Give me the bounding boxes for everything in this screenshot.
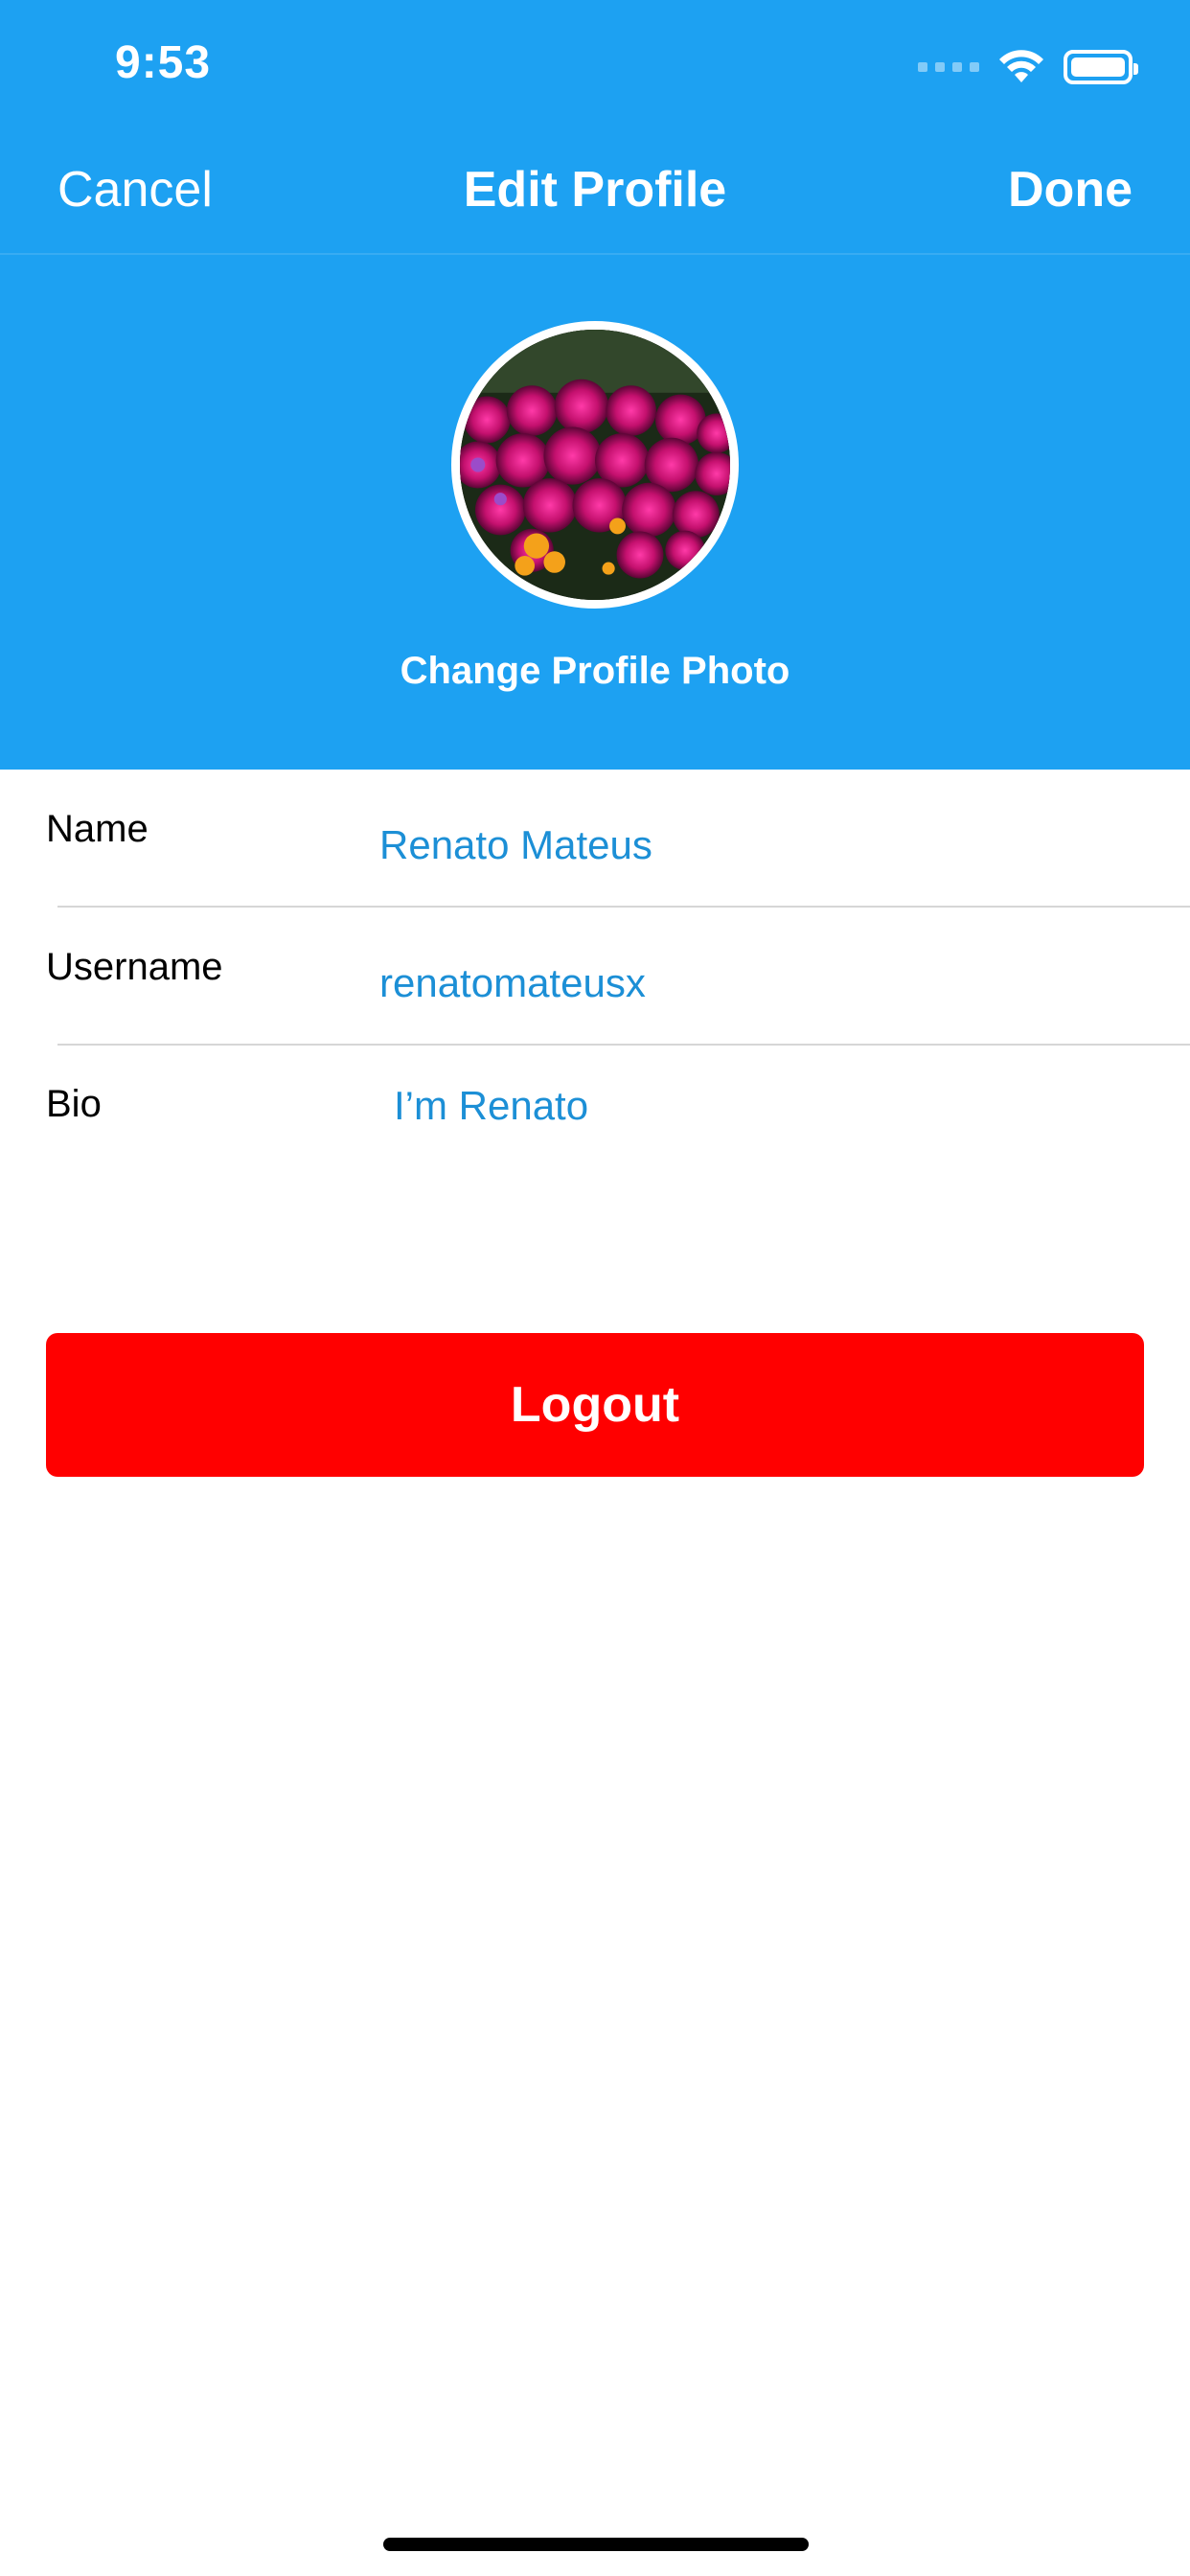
change-profile-photo-button[interactable]: Change Profile Photo xyxy=(0,650,1190,693)
navigation-bar: Cancel Edit Profile Done xyxy=(0,134,1190,253)
bio-label: Bio xyxy=(46,1083,102,1125)
status-icons xyxy=(918,38,1138,96)
name-field[interactable]: Renato Mateus xyxy=(379,822,652,868)
status-time: 9:53 xyxy=(115,37,212,88)
username-divider xyxy=(57,1044,1190,1046)
cellular-signal-icon xyxy=(918,62,979,72)
avatar-photo-icon xyxy=(460,330,730,600)
logout-button[interactable]: Logout xyxy=(46,1333,1144,1477)
nav-divider xyxy=(0,253,1190,255)
bio-field[interactable]: I’m Renato xyxy=(394,1083,588,1129)
home-indicator[interactable] xyxy=(383,2538,809,2551)
profile-header: 9:53 Cancel Edit Profile Done Change Pro… xyxy=(0,0,1190,770)
username-label: Username xyxy=(46,946,223,988)
profile-avatar[interactable] xyxy=(451,321,739,609)
name-divider xyxy=(57,906,1190,908)
done-button[interactable]: Done xyxy=(1008,161,1133,218)
username-field[interactable]: renatomateusx xyxy=(379,960,646,1006)
battery-icon xyxy=(1064,50,1138,84)
wifi-icon xyxy=(998,50,1044,84)
name-label: Name xyxy=(46,808,149,850)
